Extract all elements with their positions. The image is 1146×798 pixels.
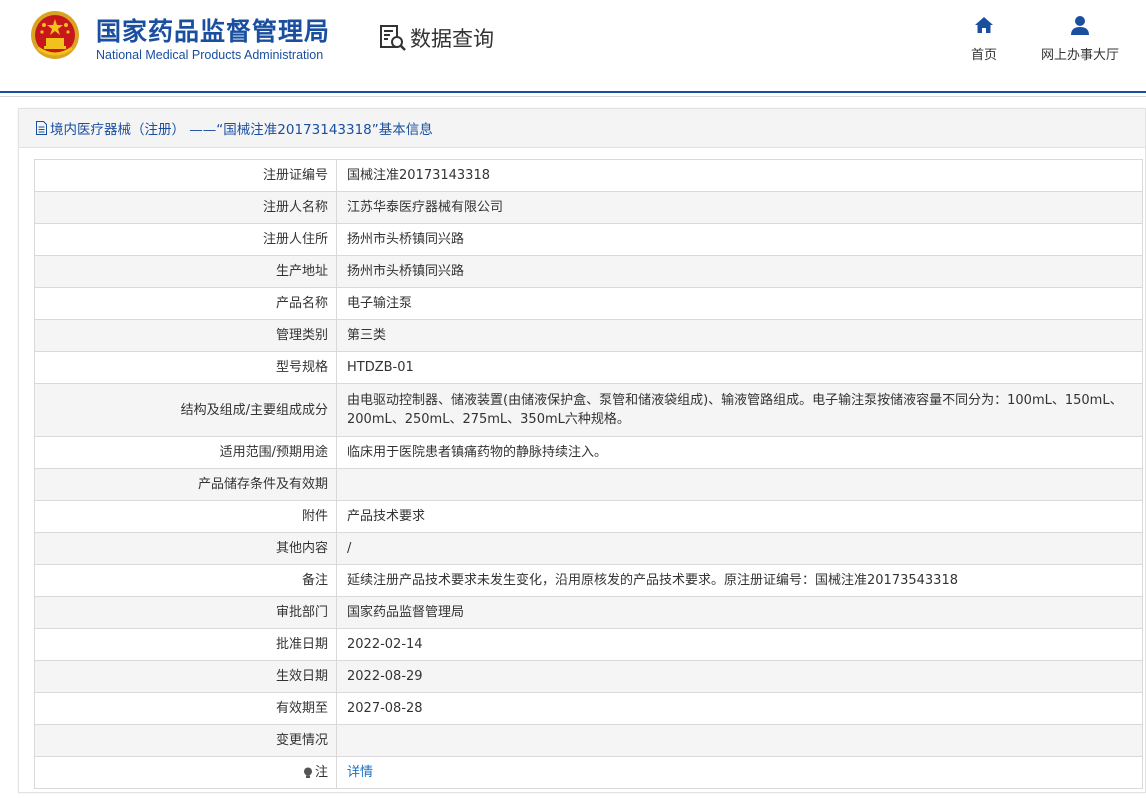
table-row: 备注 延续注册产品技术要求未发生变化，沿用原核发的产品技术要求。原注册证编号：国…	[34, 564, 1143, 597]
field-label: 管理类别	[34, 319, 337, 352]
header-divider-thin	[0, 96, 1146, 97]
nav-home-label: 首页	[970, 48, 997, 63]
details-link[interactable]: 详情	[347, 765, 373, 780]
query-label: 数据查询	[410, 27, 494, 51]
lightbulb-icon	[303, 767, 312, 778]
field-label: 注册人住所	[34, 223, 337, 256]
field-value: /	[336, 532, 1143, 565]
field-value: 临床用于医院患者镇痛药物的静脉持续注入。	[336, 436, 1143, 469]
org-name-en: National Medical Products Administration	[96, 48, 324, 62]
site-header: 国家药品监督管理局 National Medical Products Admi…	[0, 0, 1146, 92]
field-value: 第三类	[336, 319, 1143, 352]
table-row: 注 详情	[34, 756, 1143, 789]
national-emblem-icon	[31, 11, 79, 59]
field-value: 由电驱动控制器、储液装置(由储液保护盒、泵管和储液袋组成)、输液管路组成。电子输…	[336, 383, 1143, 437]
panel-title: 境内医疗器械（注册） ——“国械注准20173143318”基本信息	[50, 122, 433, 138]
field-value: 国械注准20173143318	[336, 159, 1143, 192]
field-label: 批准日期	[34, 628, 337, 661]
field-label: 结构及组成/主要组成成分	[34, 383, 337, 437]
field-label: 注册人名称	[34, 191, 337, 224]
nav-online-service-hall-label: 网上办事大厅	[1040, 48, 1119, 63]
field-value: 2022-02-14	[336, 628, 1143, 661]
field-label: 其他内容	[34, 532, 337, 565]
field-value-cell: 详情	[336, 756, 1143, 789]
home-icon	[975, 17, 993, 33]
field-label: 注	[314, 765, 328, 780]
table-row: 变更情况	[34, 724, 1143, 757]
header-divider	[0, 91, 1146, 93]
table-row: 管理类别 第三类	[34, 319, 1143, 352]
table-row: 其他内容 /	[34, 532, 1143, 565]
note-label-cell: 注	[34, 756, 337, 789]
table-row: 生产地址 扬州市头桥镇同兴路	[34, 255, 1143, 288]
field-value: 国家药品监督管理局	[336, 596, 1143, 629]
field-value: 2022-08-29	[336, 660, 1143, 693]
field-value: 扬州市头桥镇同兴路	[336, 255, 1143, 288]
field-label: 审批部门	[34, 596, 337, 629]
table-row: 注册证编号 国械注准20173143318	[34, 159, 1143, 192]
org-name-cn: 国家药品监督管理局	[96, 17, 331, 46]
field-label: 型号规格	[34, 351, 337, 384]
field-value: 产品技术要求	[336, 500, 1143, 533]
table-row: 附件 产品技术要求	[34, 500, 1143, 533]
table-row: 产品储存条件及有效期	[34, 468, 1143, 501]
table-row: 注册人名称 江苏华泰医疗器械有限公司	[34, 191, 1143, 224]
panel-title-bar: 境内医疗器械（注册） ——“国械注准20173143318”基本信息	[19, 109, 1145, 148]
table-row: 有效期至 2027-08-28	[34, 692, 1143, 725]
field-value: 电子输注泵	[336, 287, 1143, 320]
field-value: 江苏华泰医疗器械有限公司	[336, 191, 1143, 224]
table-row: 注册人住所 扬州市头桥镇同兴路	[34, 223, 1143, 256]
detail-panel: 境内医疗器械（注册） ——“国械注准20173143318”基本信息 注册证编号…	[18, 108, 1146, 793]
field-label: 生产地址	[34, 255, 337, 288]
document-search-icon	[380, 25, 406, 51]
field-label: 产品储存条件及有效期	[34, 468, 337, 501]
field-value: 扬州市头桥镇同兴路	[336, 223, 1143, 256]
nav-online-service-hall[interactable]: 网上办事大厅	[1034, 14, 1126, 63]
data-query-title: 数据查询	[378, 22, 494, 54]
document-icon	[36, 121, 47, 135]
field-value: 延续注册产品技术要求未发生变化，沿用原核发的产品技术要求。原注册证编号：国械注准…	[336, 564, 1143, 597]
field-label: 备注	[34, 564, 337, 597]
user-icon	[1071, 16, 1089, 35]
table-row: 生效日期 2022-08-29	[34, 660, 1143, 693]
field-label: 适用范围/预期用途	[34, 436, 337, 469]
nav-home[interactable]: 首页	[962, 14, 1006, 63]
table-row: 审批部门 国家药品监督管理局	[34, 596, 1143, 629]
field-label: 注册证编号	[34, 159, 337, 192]
table-row: 结构及组成/主要组成成分 由电驱动控制器、储液装置(由储液保护盒、泵管和储液袋组…	[34, 383, 1143, 437]
field-value: HTDZB-01	[336, 351, 1143, 384]
field-label: 有效期至	[34, 692, 337, 725]
registration-info-table: 注册证编号 国械注准20173143318 注册人名称 江苏华泰医疗器械有限公司…	[34, 159, 1143, 789]
table-row: 产品名称 电子输注泵	[34, 287, 1143, 320]
field-label: 附件	[34, 500, 337, 533]
field-value	[336, 724, 1143, 757]
field-value: 2027-08-28	[336, 692, 1143, 725]
table-row: 批准日期 2022-02-14	[34, 628, 1143, 661]
table-row: 适用范围/预期用途 临床用于医院患者镇痛药物的静脉持续注入。	[34, 436, 1143, 469]
table-row: 型号规格 HTDZB-01	[34, 351, 1143, 384]
field-label: 变更情况	[34, 724, 337, 757]
field-label: 产品名称	[34, 287, 337, 320]
field-value	[336, 468, 1143, 501]
field-label: 生效日期	[34, 660, 337, 693]
